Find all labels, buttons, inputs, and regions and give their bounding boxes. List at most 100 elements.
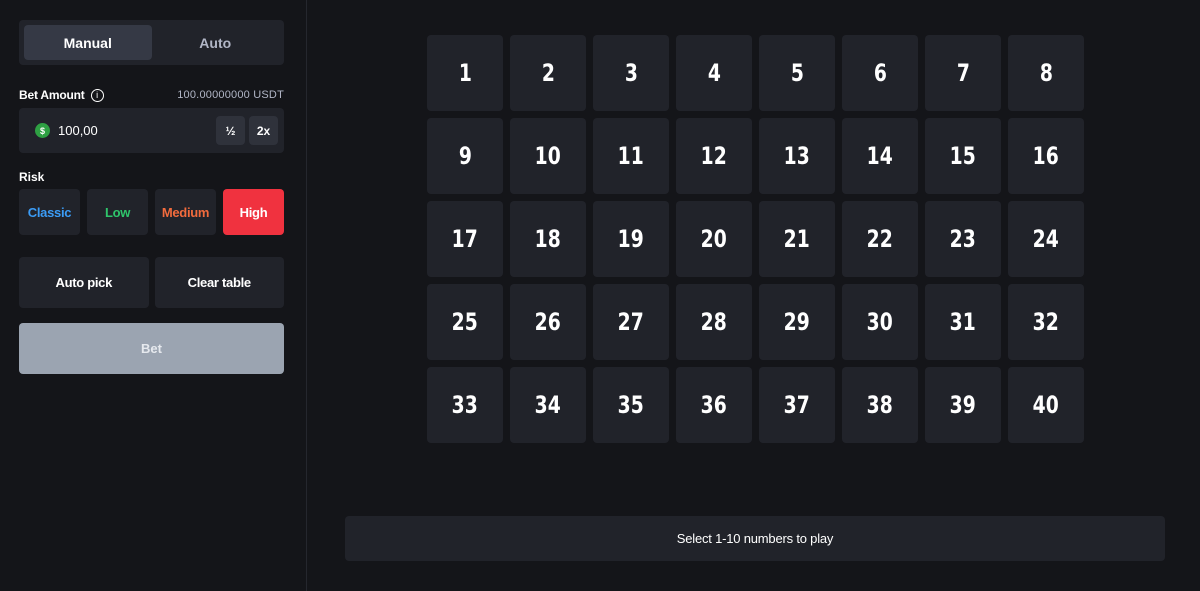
pick-actions: Auto pick Clear table — [19, 257, 284, 308]
number-tile[interactable]: 35 — [593, 367, 669, 443]
number-tile[interactable]: 24 — [1008, 201, 1084, 277]
bet-sidebar: Manual Auto Bet Amount i 100.00000000 US… — [0, 0, 307, 591]
info-icon[interactable]: i — [90, 88, 104, 102]
risk-classic-button[interactable]: Classic — [19, 189, 80, 235]
number-tile[interactable]: 5 — [759, 35, 835, 111]
number-tile-label: 24 — [1032, 225, 1060, 253]
number-tile[interactable]: 17 — [427, 201, 503, 277]
number-tile[interactable]: 19 — [593, 201, 669, 277]
number-tile-label: 4 — [707, 59, 721, 87]
number-tile-label: 20 — [700, 225, 728, 253]
number-tile[interactable]: 16 — [1008, 118, 1084, 194]
number-tile-label: 7 — [956, 59, 970, 87]
auto-pick-button[interactable]: Auto pick — [19, 257, 149, 308]
number-tile-label: 22 — [866, 225, 894, 253]
number-tile[interactable]: 9 — [427, 118, 503, 194]
number-tile[interactable]: 7 — [925, 35, 1001, 111]
number-tile-label: 29 — [783, 308, 811, 336]
number-tile-label: 19 — [617, 225, 645, 253]
number-tile[interactable]: 18 — [510, 201, 586, 277]
mode-toggle: Manual Auto — [19, 20, 284, 65]
number-tile-label: 23 — [949, 225, 977, 253]
clear-table-button[interactable]: Clear table — [154, 257, 284, 308]
number-tile-label: 8 — [1039, 59, 1053, 87]
number-tile-label: 37 — [783, 391, 811, 419]
number-tile-label: 18 — [534, 225, 562, 253]
tab-manual[interactable]: Manual — [24, 25, 152, 60]
risk-selector: Classic Low Medium High — [19, 189, 284, 235]
dollar-coin-icon: $ — [35, 123, 50, 138]
half-bet-button[interactable]: ½ — [216, 116, 245, 145]
number-tile-label: 27 — [617, 308, 645, 336]
number-tile[interactable]: 1 — [427, 35, 503, 111]
number-tile-label: 31 — [949, 308, 977, 336]
number-tile-label: 10 — [534, 142, 562, 170]
number-tile[interactable]: 8 — [1008, 35, 1084, 111]
number-tile[interactable]: 34 — [510, 367, 586, 443]
number-tile[interactable]: 38 — [842, 367, 918, 443]
number-tile[interactable]: 23 — [925, 201, 1001, 277]
number-tile[interactable]: 40 — [1008, 367, 1084, 443]
number-tile[interactable]: 39 — [925, 367, 1001, 443]
tab-auto[interactable]: Auto — [152, 25, 280, 60]
number-tile-label: 38 — [866, 391, 894, 419]
risk-high-button[interactable]: High — [223, 189, 284, 235]
number-tile[interactable]: 21 — [759, 201, 835, 277]
number-tile-label: 14 — [866, 142, 894, 170]
bet-amount-field[interactable]: $ 100,00 ½ 2x — [19, 108, 284, 153]
number-tile-label: 6 — [873, 59, 887, 87]
number-tile[interactable]: 10 — [510, 118, 586, 194]
number-tile[interactable]: 22 — [842, 201, 918, 277]
bet-button[interactable]: Bet — [19, 323, 284, 374]
number-tile[interactable]: 37 — [759, 367, 835, 443]
number-tile-label: 36 — [700, 391, 728, 419]
number-tile-label: 34 — [534, 391, 562, 419]
number-tile[interactable]: 14 — [842, 118, 918, 194]
number-tile[interactable]: 4 — [676, 35, 752, 111]
number-tile-label: 25 — [451, 308, 479, 336]
number-tile-label: 26 — [534, 308, 562, 336]
status-message: Select 1-10 numbers to play — [345, 516, 1165, 561]
number-tile[interactable]: 28 — [676, 284, 752, 360]
number-tile[interactable]: 25 — [427, 284, 503, 360]
number-tile[interactable]: 11 — [593, 118, 669, 194]
number-tile[interactable]: 3 — [593, 35, 669, 111]
bet-amount-value[interactable]: 100,00 — [58, 123, 212, 138]
risk-label: Risk — [19, 170, 45, 184]
number-tile[interactable]: 15 — [925, 118, 1001, 194]
number-tile-label: 16 — [1032, 142, 1060, 170]
number-tile-label: 2 — [541, 59, 555, 87]
number-tile-label: 3 — [624, 59, 638, 87]
number-tile[interactable]: 12 — [676, 118, 752, 194]
number-tile-label: 21 — [783, 225, 811, 253]
number-tile[interactable]: 32 — [1008, 284, 1084, 360]
number-tile[interactable]: 2 — [510, 35, 586, 111]
number-tile[interactable]: 29 — [759, 284, 835, 360]
number-tile-label: 11 — [617, 142, 645, 170]
double-bet-button[interactable]: 2x — [249, 116, 278, 145]
bet-amount-label: Bet Amount — [19, 88, 85, 102]
number-tile[interactable]: 27 — [593, 284, 669, 360]
number-tile-label: 40 — [1032, 391, 1060, 419]
risk-low-button[interactable]: Low — [87, 189, 148, 235]
number-tile-label: 35 — [617, 391, 645, 419]
keno-board: 1 2 3 4 5 6 7 8 9 10 11 12 13 14 15 16 17 18 19 20 21 22 23 24 2… — [427, 35, 1084, 443]
number-tile[interactable]: 36 — [676, 367, 752, 443]
number-tile[interactable]: 31 — [925, 284, 1001, 360]
number-tile-label: 12 — [700, 142, 728, 170]
number-tile[interactable]: 26 — [510, 284, 586, 360]
number-tile[interactable]: 33 — [427, 367, 503, 443]
bet-amount-label-group: Bet Amount i — [19, 88, 104, 102]
number-tile-label: 17 — [451, 225, 479, 253]
number-tile-label: 33 — [451, 391, 479, 419]
number-tile-label: 15 — [949, 142, 977, 170]
number-tile[interactable]: 20 — [676, 201, 752, 277]
number-tile[interactable]: 6 — [842, 35, 918, 111]
number-tile[interactable]: 13 — [759, 118, 835, 194]
bet-amount-header: Bet Amount i 100.00000000 USDT — [19, 87, 284, 103]
number-tile-label: 13 — [783, 142, 811, 170]
number-tile[interactable]: 30 — [842, 284, 918, 360]
risk-medium-button[interactable]: Medium — [155, 189, 216, 235]
number-tile-label: 32 — [1032, 308, 1060, 336]
number-tile-label: 28 — [700, 308, 728, 336]
